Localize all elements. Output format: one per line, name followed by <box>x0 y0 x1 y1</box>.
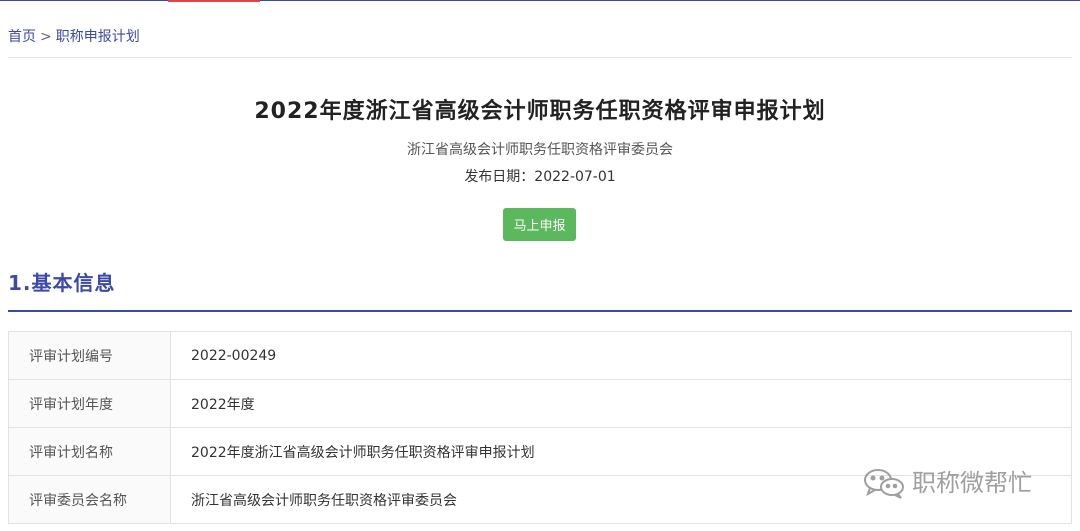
row-label: 评审计划年度 <box>8 379 171 428</box>
watermark: 职称微帮忙 <box>862 466 1032 500</box>
active-tab-indicator <box>168 0 260 2</box>
row-value: 2022年度 <box>170 379 1072 428</box>
breadcrumb-separator: > <box>40 29 52 45</box>
breadcrumb: 首页 > 职称申报计划 <box>8 27 140 47</box>
table-row: 评审计划年度 2022年度 <box>8 379 1072 428</box>
committee-name: 浙江省高级会计师职务任职资格评审委员会 <box>407 142 673 158</box>
breadcrumb-divider <box>8 57 1072 58</box>
section-title-basic-info: 1.基本信息 <box>8 271 116 295</box>
table-row: 评审计划编号 2022-00249 <box>8 331 1072 380</box>
breadcrumb-home-link[interactable]: 首页 <box>8 29 36 45</box>
row-label: 评审委员会名称 <box>8 475 171 524</box>
breadcrumb-current-link[interactable]: 职称申报计划 <box>56 29 140 45</box>
top-border-line <box>0 0 1080 1</box>
publish-date: 发布日期：2022-07-01 <box>464 169 616 185</box>
apply-now-button[interactable]: 马上申报 <box>503 208 576 241</box>
row-label: 评审计划编号 <box>8 331 171 380</box>
row-value: 2022-00249 <box>170 331 1072 380</box>
wechat-icon <box>862 466 906 500</box>
row-label: 评审计划名称 <box>8 427 171 476</box>
section-divider <box>8 310 1072 312</box>
watermark-text: 职称微帮忙 <box>912 469 1032 497</box>
page-title: 2022年度浙江省高级会计师职务任职资格评审申报计划 <box>254 99 826 124</box>
